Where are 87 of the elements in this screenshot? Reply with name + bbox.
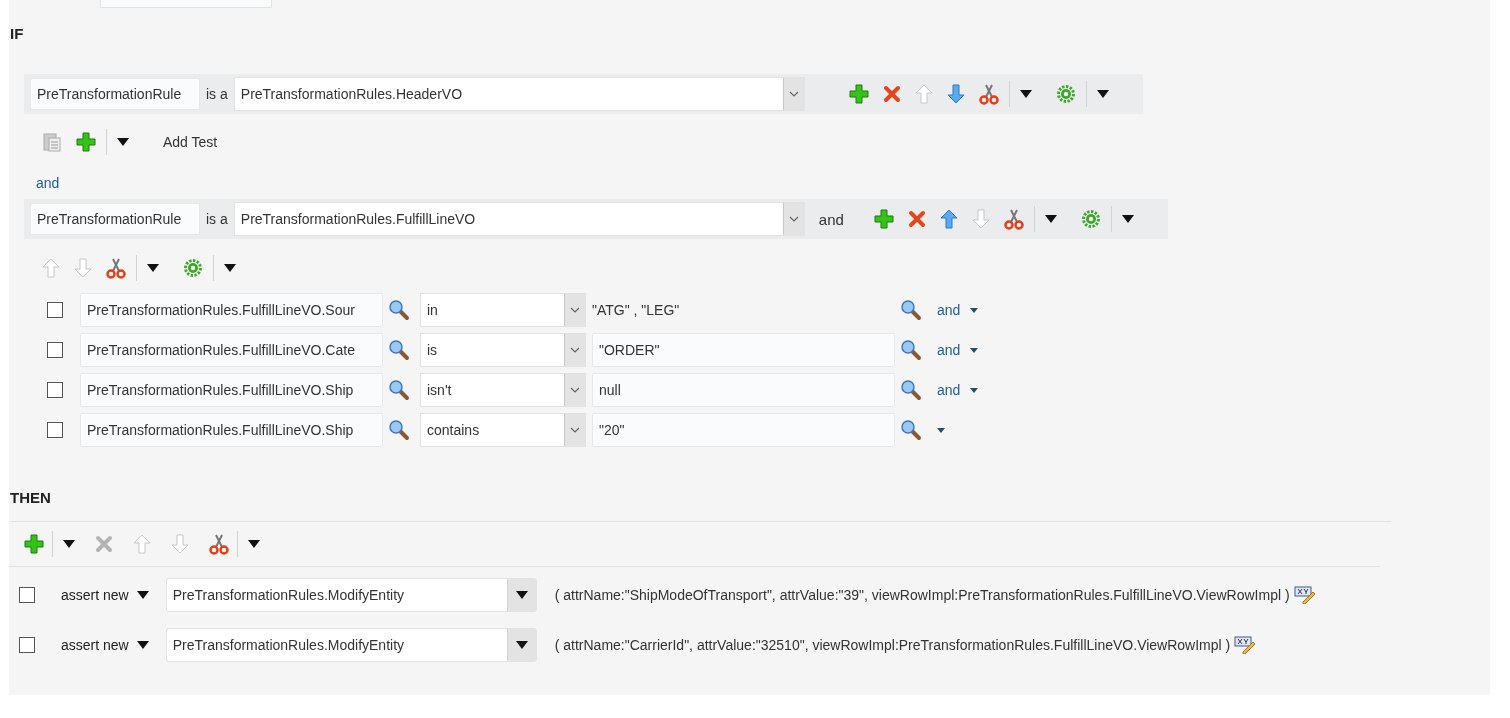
chevron-icon[interactable] (787, 216, 800, 222)
section-heading: THEN (10, 490, 1391, 522)
caret-icon[interactable] (136, 641, 149, 649)
attribute-field[interactable]: PreTransformationRules.FulfillLineVO.Ship (80, 373, 383, 407)
assert-menu[interactable]: assert new (61, 637, 149, 653)
checkbox[interactable] (47, 382, 63, 398)
fact-type-select[interactable]: PreTransformationRules.ModifyEntity (165, 628, 537, 662)
variable-field[interactable]: PreTransformationRule (30, 203, 200, 235)
conjunction-menu[interactable]: and (937, 342, 979, 358)
conjunction-label: and (36, 175, 61, 191)
search-icon[interactable] (900, 379, 922, 401)
fact-type-select[interactable]: PreTransformationRules.HeaderVO (233, 77, 805, 111)
caret-icon[interactable] (1019, 90, 1032, 98)
checkbox[interactable] (19, 587, 35, 603)
scissors-icon[interactable] (106, 257, 126, 279)
checkbox[interactable] (19, 637, 35, 653)
caret-icon[interactable] (970, 387, 979, 393)
operator-select[interactable]: is (420, 333, 586, 367)
caret-icon[interactable] (937, 427, 945, 433)
checkbox[interactable] (47, 422, 63, 438)
arguments-text: ( attrName:"ShipModeOfTransport", attrValue:"39", viewRowImpl:PreTransformationRules.FulfillLineVO.ViewRowImpl ) (554, 587, 1290, 603)
caret-icon[interactable] (970, 307, 979, 313)
attribute-field[interactable]: PreTransformationRules.FulfillLineVO.Sour (80, 293, 383, 327)
scissors-icon[interactable] (1003, 208, 1024, 230)
caret-icon[interactable] (1121, 215, 1134, 223)
search-icon[interactable] (388, 419, 410, 441)
edit-icon[interactable] (1293, 586, 1316, 604)
assert-menu[interactable]: assert new (61, 587, 149, 603)
plus-icon[interactable] (76, 132, 96, 152)
section-heading: IF (10, 26, 25, 42)
conjunction-menu[interactable]: and (937, 382, 979, 398)
down-arrow-icon[interactable] (946, 84, 965, 104)
caret-icon[interactable] (224, 264, 236, 272)
fact-type-select[interactable]: PreTransformationRules.FulfillLineVO (233, 202, 805, 236)
plus-icon[interactable] (873, 209, 894, 229)
attribute-field[interactable]: PreTransformationRules.FulfillLineVO.Ship (80, 413, 383, 447)
up-arrow-icon[interactable] (939, 209, 958, 229)
attribute-field[interactable]: PreTransformationRules.FulfillLineVO.Cate (80, 333, 383, 367)
caret-icon[interactable] (515, 641, 528, 649)
delete-icon[interactable] (907, 210, 926, 228)
variable-field[interactable]: PreTransformationRule (30, 78, 200, 110)
search-icon[interactable] (900, 339, 922, 361)
checkbox[interactable] (47, 302, 63, 318)
conjunction-label: and (818, 210, 844, 228)
operator-select[interactable]: contains (420, 413, 586, 447)
search-icon[interactable] (900, 299, 922, 321)
plus-icon[interactable] (24, 534, 44, 554)
delete-icon[interactable] (882, 85, 901, 103)
operator-select[interactable]: in (420, 293, 586, 327)
scissors-icon[interactable] (209, 533, 229, 555)
connector-label: is a (206, 86, 228, 102)
checkbox[interactable] (47, 342, 63, 358)
value-text: "ATG" , "LEG" (592, 302, 681, 318)
search-icon[interactable] (900, 419, 922, 441)
scissors-icon[interactable] (978, 83, 999, 105)
input-field[interactable] (100, 0, 272, 8)
add-test-link[interactable]: Add Test (163, 134, 218, 150)
value-field[interactable]: "20" (592, 413, 895, 447)
settings-icon[interactable] (183, 258, 203, 278)
chevron-icon[interactable] (787, 91, 800, 97)
caret-icon[interactable] (63, 540, 75, 548)
caret-icon[interactable] (136, 591, 149, 599)
fact-type-select[interactable]: PreTransformationRules.ModifyEntity (165, 578, 537, 612)
caret-icon[interactable] (117, 138, 129, 146)
arguments-text: ( attrName:"CarrierId", attrValue:"32510", viewRowImpl:PreTransformationRules.FulfillLineVO.ViewRowImpl ) (554, 637, 1231, 653)
chevron-icon[interactable] (569, 387, 581, 393)
caret-icon[interactable] (147, 264, 159, 272)
caret-icon[interactable] (1044, 215, 1057, 223)
conjunction-menu[interactable]: and (937, 302, 979, 318)
plus-icon[interactable] (848, 84, 869, 104)
value-field[interactable]: "ORDER" (592, 333, 895, 367)
value-field[interactable]: null (592, 373, 895, 407)
search-icon[interactable] (388, 339, 410, 361)
caret-icon[interactable] (970, 347, 979, 353)
search-icon[interactable] (388, 379, 410, 401)
operator-select[interactable]: isn't (420, 373, 586, 407)
settings-icon[interactable] (1080, 209, 1101, 229)
chevron-icon[interactable] (569, 347, 581, 353)
search-icon[interactable] (388, 299, 410, 321)
connector-label: is a (206, 211, 228, 227)
edit-icon[interactable] (1234, 636, 1257, 654)
caret-icon[interactable] (515, 591, 528, 599)
caret-icon[interactable] (248, 540, 260, 548)
caret-icon[interactable] (1096, 90, 1109, 98)
chevron-icon[interactable] (569, 427, 581, 433)
settings-icon[interactable] (1055, 84, 1076, 104)
chevron-icon[interactable] (569, 307, 581, 313)
